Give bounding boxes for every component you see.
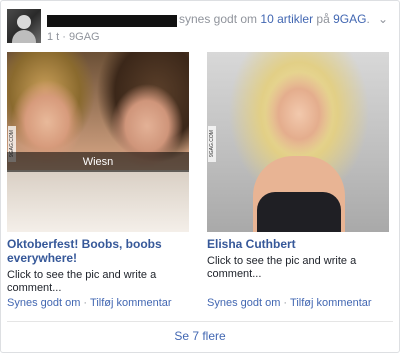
photo-dress-shape xyxy=(257,192,341,232)
meta-separator: · xyxy=(62,31,66,43)
article-item: 9GAG.COM Elisha Cuthbert Click to see th… xyxy=(207,52,389,309)
action-separator: · xyxy=(83,297,88,309)
article-actions: Synes godt om · Tilføj kommentar xyxy=(207,297,372,309)
story-text: synes godt om xyxy=(179,12,258,26)
story-on: på xyxy=(316,12,330,26)
meta-page[interactable]: 9GAG xyxy=(69,31,100,43)
story-line: synes godt om 10 artikler på 9GAG. xyxy=(179,12,370,26)
watermark-label: 9GAG.COM xyxy=(208,126,216,162)
feed-story-card: synes godt om 10 artikler på 9GAG. 1 t ·… xyxy=(0,0,400,353)
action-separator: · xyxy=(283,297,288,309)
story-end: . xyxy=(366,12,370,26)
avatar[interactable] xyxy=(7,9,41,43)
redacted-name xyxy=(47,15,177,27)
timestamp[interactable]: 1 t xyxy=(47,31,59,43)
photo-caption: Wiesn xyxy=(7,152,189,172)
article-description: Click to see the pic and write a comment… xyxy=(207,255,357,280)
article-description: Click to see the pic and write a comment… xyxy=(7,269,157,294)
divider xyxy=(7,321,393,322)
article-title[interactable]: Oktoberfest! Boobs, boobs everywhere! xyxy=(7,237,189,265)
article-photo[interactable]: 9GAG.COM Wiesn xyxy=(7,52,189,232)
comment-link[interactable]: Tilføj kommentar xyxy=(290,297,372,309)
articles-link[interactable]: 10 artikler xyxy=(260,12,313,26)
chevron-down-icon[interactable]: ⌄ xyxy=(375,11,391,27)
like-link[interactable]: Synes godt om xyxy=(7,297,80,309)
story-header: synes godt om 10 artikler på 9GAG. 1 t ·… xyxy=(7,9,393,45)
see-more-link[interactable]: Se 7 flere xyxy=(1,329,399,343)
article-item: 9GAG.COM Wiesn Oktoberfest! Boobs, boobs… xyxy=(7,52,189,309)
article-photo[interactable]: 9GAG.COM xyxy=(207,52,389,232)
comment-link[interactable]: Tilføj kommentar xyxy=(90,297,172,309)
article-actions: Synes godt om · Tilføj kommentar xyxy=(7,297,172,309)
article-title[interactable]: Elisha Cuthbert xyxy=(207,237,389,251)
photo-shirt-shape xyxy=(7,170,189,232)
page-link[interactable]: 9GAG xyxy=(333,12,366,26)
like-link[interactable]: Synes godt om xyxy=(207,297,280,309)
story-meta: 1 t · 9GAG xyxy=(47,31,100,43)
